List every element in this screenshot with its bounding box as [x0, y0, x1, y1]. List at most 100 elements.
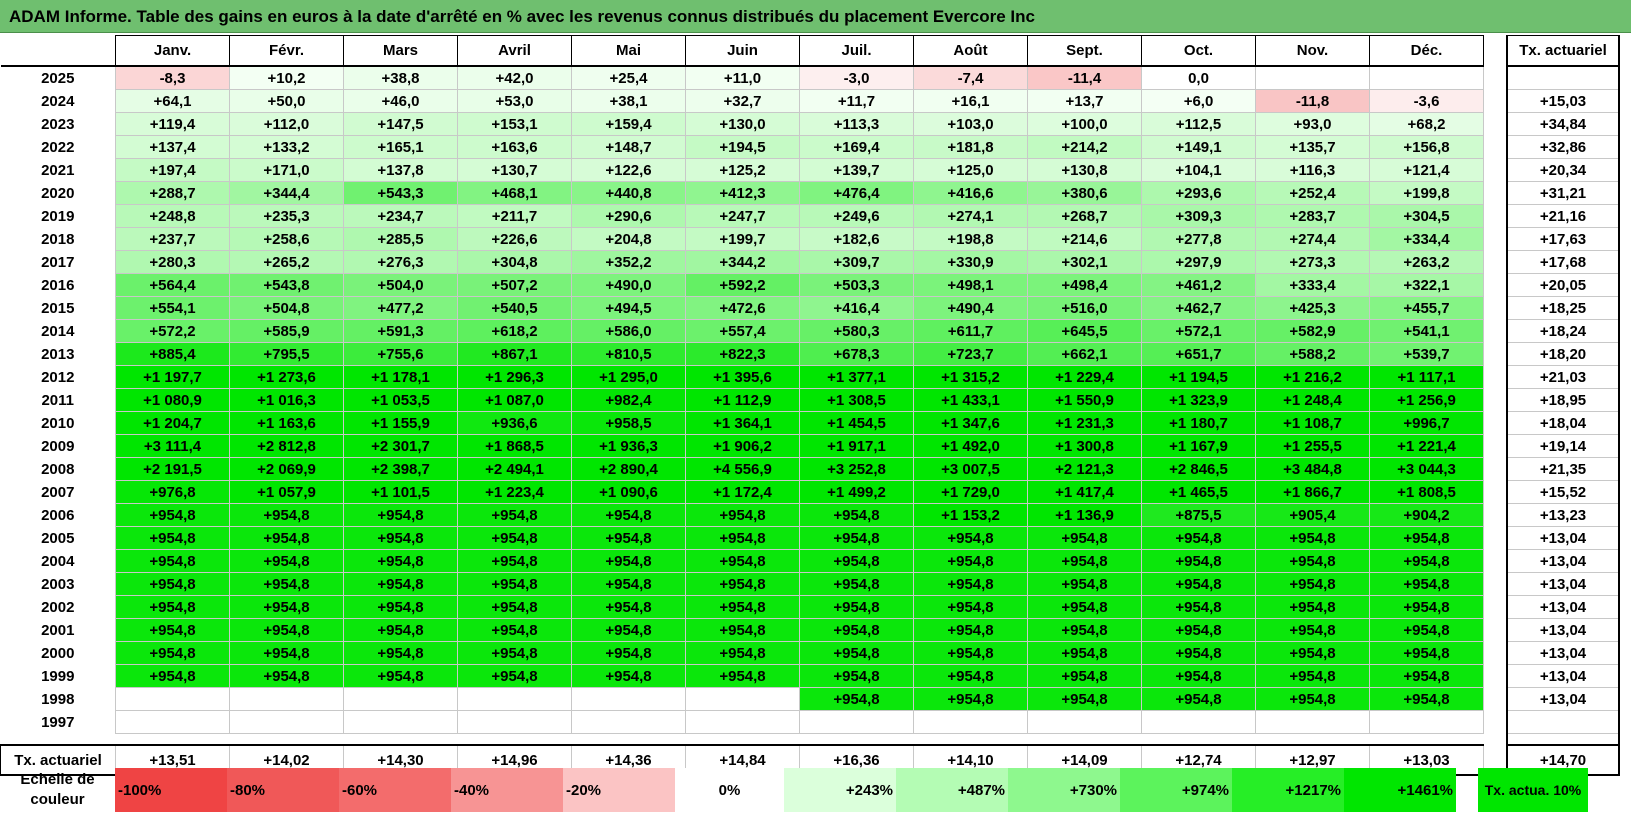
- value-cell: +954,8: [685, 595, 800, 619]
- value-cell: +247,7: [685, 204, 800, 228]
- value-cell: +181,8: [913, 135, 1028, 159]
- value-cell: +490,4: [913, 296, 1028, 320]
- tx-cell: +13,04: [1506, 572, 1620, 596]
- value-cell: +93,0: [1255, 112, 1370, 136]
- year-label: 2007: [41, 483, 75, 501]
- month-header: Août: [913, 35, 1028, 67]
- value-cell: [1141, 710, 1256, 734]
- value-cell: +795,5: [229, 342, 344, 366]
- gap-cell: [1483, 135, 1507, 159]
- value-cell: +304,5: [1369, 204, 1484, 228]
- gap-cell: [1483, 365, 1507, 389]
- value-cell: +38,8: [343, 65, 458, 90]
- value-cell: +1 108,7: [1255, 411, 1370, 435]
- value-cell: +539,7: [1369, 342, 1484, 366]
- value-cell: +198,8: [913, 227, 1028, 251]
- spacer-cell: [1506, 733, 1620, 745]
- value-cell: +194,5: [685, 135, 800, 159]
- value-cell: +905,4: [1255, 503, 1370, 527]
- tx-cell: +18,04: [1506, 411, 1620, 435]
- value-cell: +1 433,1: [913, 388, 1028, 412]
- value-cell: +954,8: [685, 572, 800, 596]
- value-cell: +954,8: [1255, 641, 1370, 665]
- tx-cell: +13,04: [1506, 549, 1620, 573]
- tx-cell: +31,21: [1506, 181, 1620, 205]
- month-header: Juil.: [799, 35, 914, 67]
- value-cell: [571, 710, 686, 734]
- value-cell: +344,4: [229, 181, 344, 205]
- value-cell: +954,8: [115, 503, 230, 527]
- value-cell: +214,6: [1027, 227, 1142, 251]
- value-cell: +1 087,0: [457, 388, 572, 412]
- value-cell: +280,3: [115, 250, 230, 274]
- value-cell: +285,5: [343, 227, 458, 251]
- value-cell: +171,0: [229, 158, 344, 182]
- value-cell: +283,7: [1255, 204, 1370, 228]
- gap-cell: [1483, 526, 1507, 550]
- value-cell: +954,8: [1369, 572, 1484, 596]
- value-cell: +904,2: [1369, 503, 1484, 527]
- value-cell: +498,4: [1027, 273, 1142, 297]
- value-cell: [571, 687, 686, 711]
- table-row: 2017 +280,3 +265,2 +276,3 +304,8 +352,2 +344,2…: [1, 250, 1620, 274]
- year-label: 2008: [41, 460, 75, 478]
- value-cell: +507,2: [457, 273, 572, 297]
- spacer-cell: [457, 733, 572, 745]
- value-cell: -8,3: [115, 65, 230, 90]
- value-cell: +557,4: [685, 319, 800, 343]
- value-cell: +954,8: [799, 526, 914, 550]
- value-cell: +149,1: [1141, 135, 1256, 159]
- value-cell: +954,8: [343, 595, 458, 619]
- value-cell: +277,8: [1141, 227, 1256, 251]
- value-cell: +954,8: [1255, 664, 1370, 688]
- value-cell: +135,7: [1255, 135, 1370, 159]
- value-cell: +163,6: [457, 135, 572, 159]
- value-cell: +276,3: [343, 250, 458, 274]
- value-cell: +248,8: [115, 204, 230, 228]
- value-cell: +954,8: [685, 526, 800, 550]
- value-cell: +6,0: [1141, 89, 1256, 113]
- header-row: Janv. Févr. Mars Avril Mai Juin Juil. Août Sept.…: [0, 35, 1620, 67]
- value-cell: +468,1: [457, 181, 572, 205]
- value-cell: +268,7: [1027, 204, 1142, 228]
- value-cell: +954,8: [1141, 641, 1256, 665]
- value-cell: +11,0: [685, 65, 800, 90]
- spacer-cell: [799, 733, 914, 745]
- value-cell: +954,8: [685, 641, 800, 665]
- value-cell: +954,8: [343, 526, 458, 550]
- value-cell: +3 484,8: [1255, 457, 1370, 481]
- value-cell: +954,8: [1141, 687, 1256, 711]
- value-cell: +1 180,7: [1141, 411, 1256, 435]
- value-cell: +1 223,4: [457, 480, 572, 504]
- value-cell: +2 301,7: [343, 434, 458, 458]
- gap-cell: [1483, 572, 1507, 596]
- value-cell: +112,5: [1141, 112, 1256, 136]
- value-cell: +954,8: [571, 549, 686, 573]
- spacer-cell: [115, 733, 230, 745]
- value-cell: +954,8: [229, 526, 344, 550]
- tx-cell: +15,52: [1506, 480, 1620, 504]
- tx-cell: +13,04: [1506, 664, 1620, 688]
- value-cell: +954,8: [571, 641, 686, 665]
- value-cell: +1 308,5: [799, 388, 914, 412]
- value-cell: +954,8: [229, 641, 344, 665]
- value-cell: +954,8: [913, 618, 1028, 642]
- value-cell: +954,8: [1141, 526, 1256, 550]
- value-cell: +125,2: [685, 158, 800, 182]
- value-cell: +572,1: [1141, 319, 1256, 343]
- value-cell: +1 808,5: [1369, 480, 1484, 504]
- value-cell: +1 248,4: [1255, 388, 1370, 412]
- color-scale-swatch: -100%: [115, 768, 227, 812]
- value-cell: -11,8: [1255, 89, 1370, 113]
- value-cell: -3,6: [1369, 89, 1484, 113]
- value-cell: +121,4: [1369, 158, 1484, 182]
- year-label: 2014: [41, 322, 75, 340]
- value-cell: +954,8: [343, 641, 458, 665]
- value-cell: +954,8: [799, 687, 914, 711]
- value-cell: +867,1: [457, 342, 572, 366]
- value-cell: +954,8: [571, 503, 686, 527]
- table-row: 2022 +137,4 +133,2 +165,1 +163,6 +148,7 +194,5…: [1, 135, 1620, 159]
- value-cell: +302,1: [1027, 250, 1142, 274]
- tx-cell: +13,04: [1506, 641, 1620, 665]
- gap-cell: [1483, 112, 1507, 136]
